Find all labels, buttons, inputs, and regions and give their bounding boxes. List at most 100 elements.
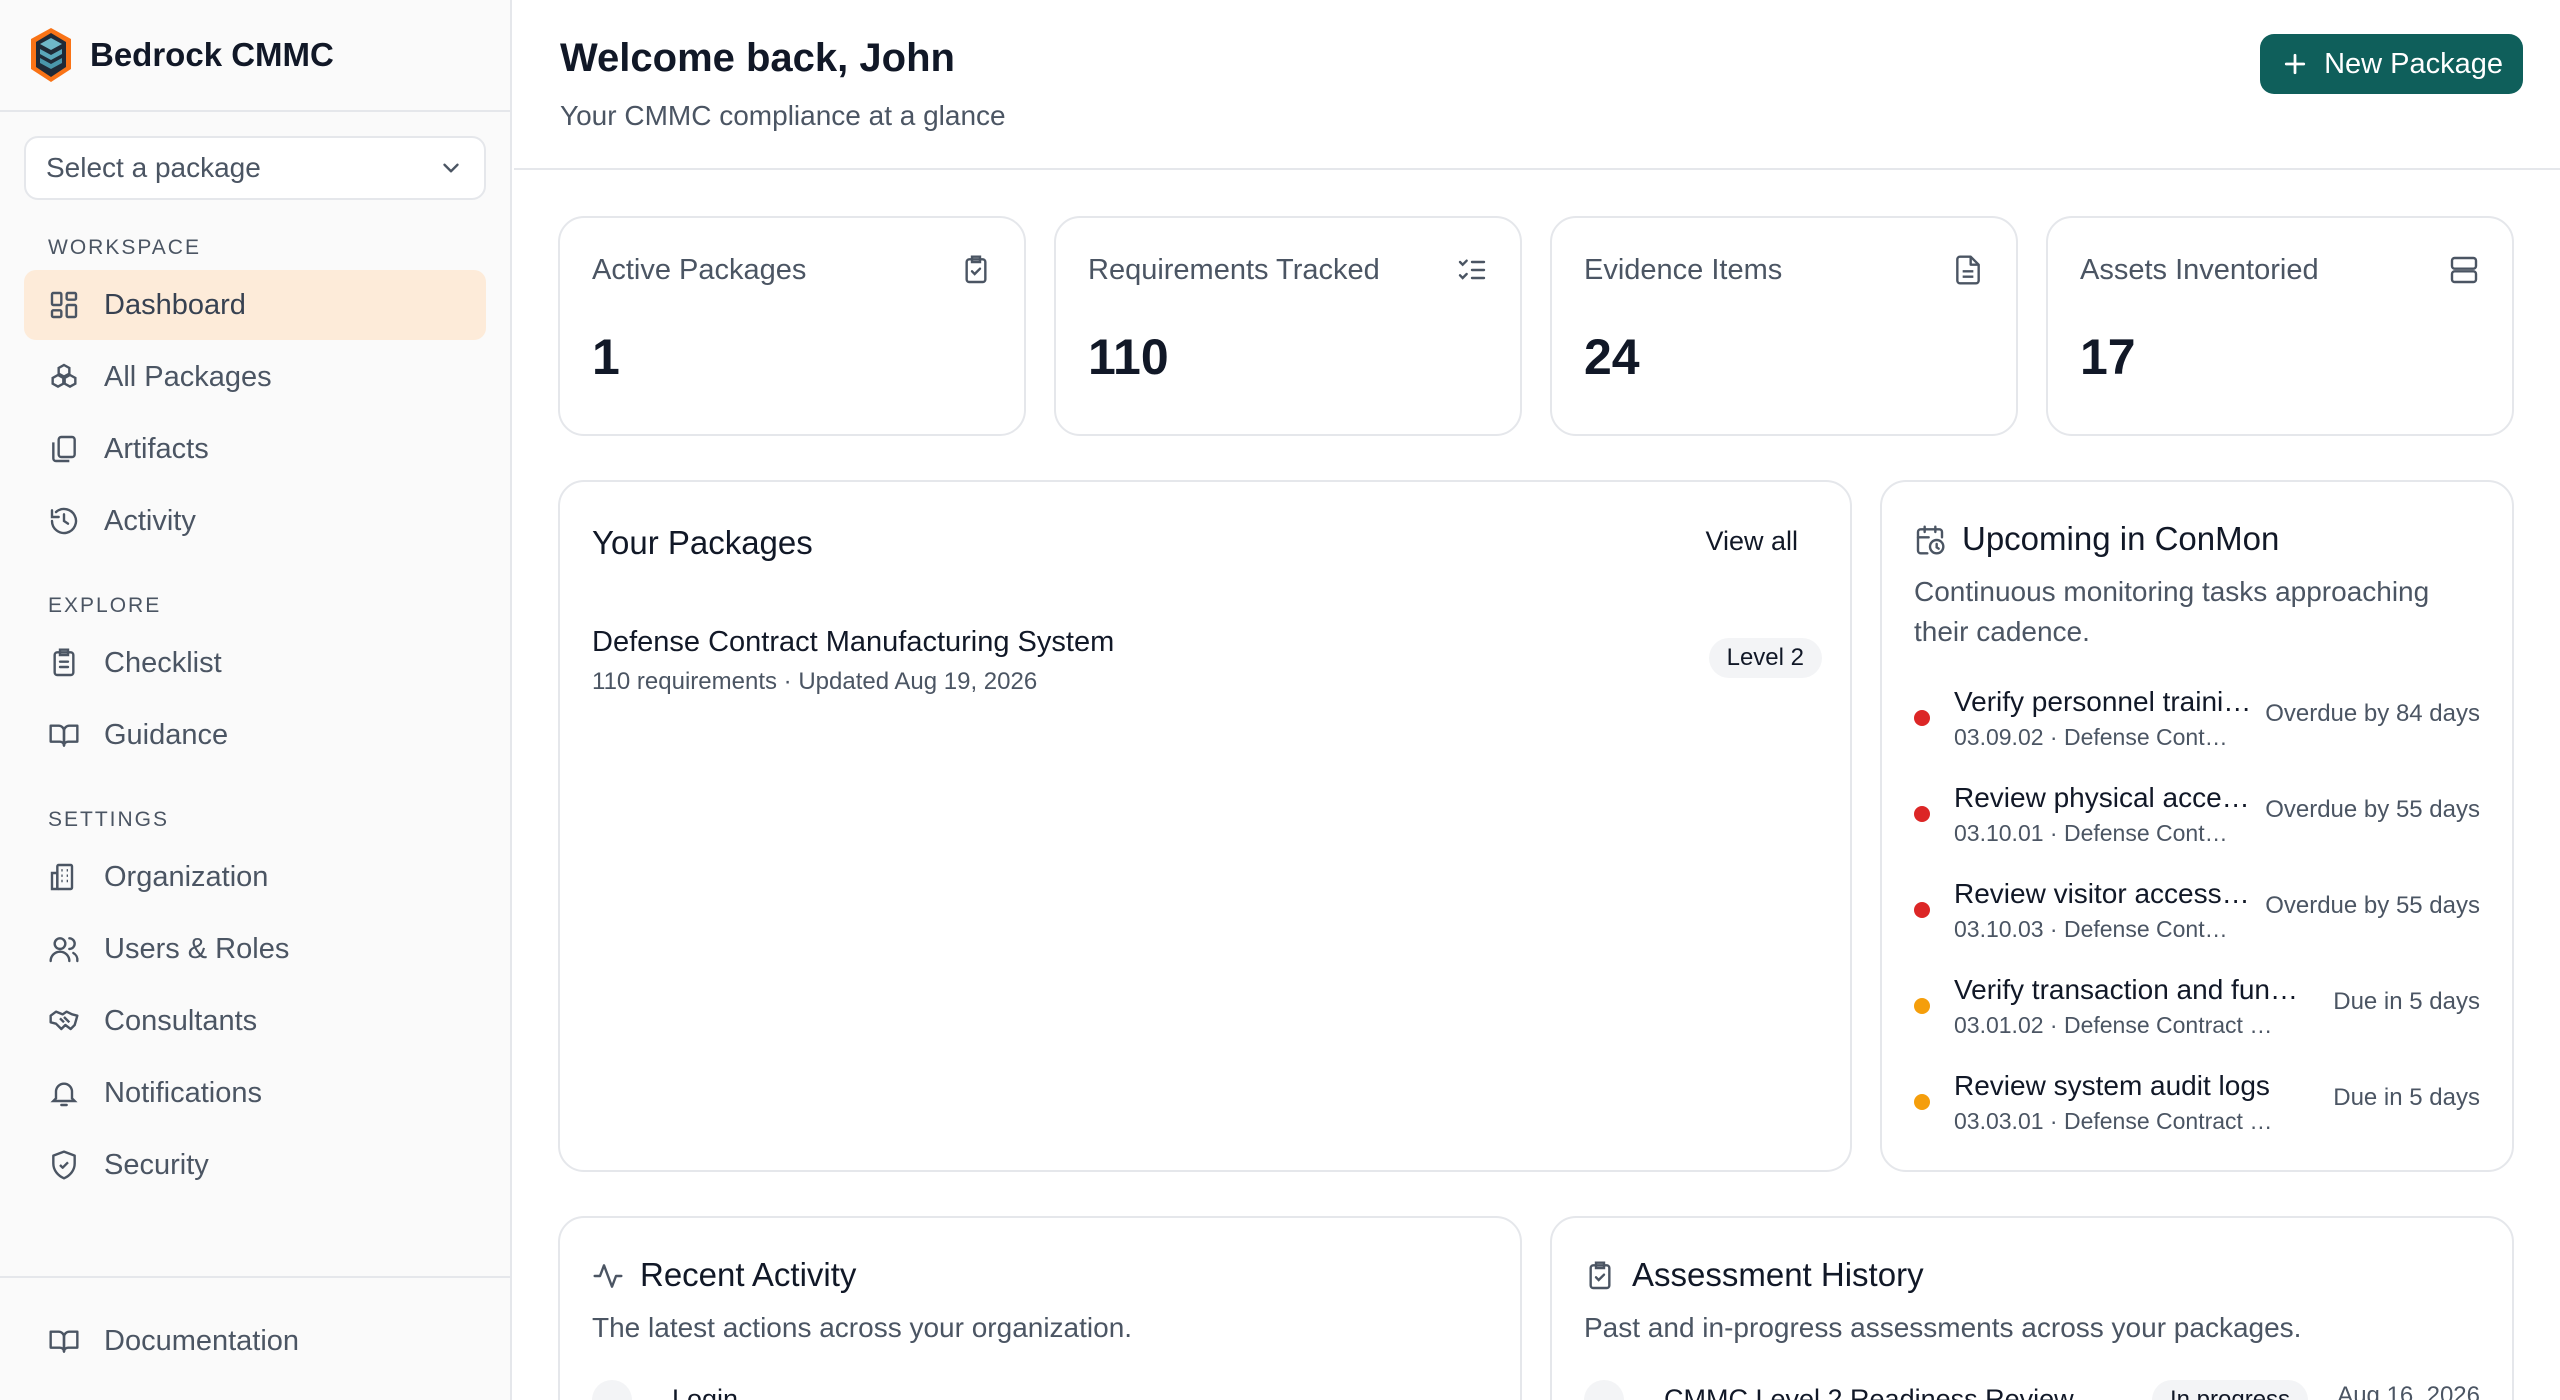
stat-label: Evidence Items xyxy=(1584,254,1783,286)
sidebar: Bedrock CMMC Select a package WORKSPACE … xyxy=(0,0,512,1400)
sidebar-item-activity[interactable]: Activity xyxy=(24,486,486,556)
stat-card-assets-inventoried: Assets Inventoried 17 xyxy=(2046,216,2514,436)
stat-value: 17 xyxy=(2080,329,2136,385)
assessment-history-title: Assessment History xyxy=(1632,1256,1924,1293)
checklist-icon xyxy=(53,648,75,677)
status-dot xyxy=(1914,1094,1930,1110)
stat-label: Active Packages xyxy=(592,254,807,286)
sidebar-item-label: Organization xyxy=(104,860,269,893)
conmon-item-meta: 03.09.02 · Defense Contract Manufacturin… xyxy=(1954,724,2234,750)
package-name: Defense Contract Manufacturing System xyxy=(592,626,1115,658)
sidebar-footer: Documentation xyxy=(0,1276,512,1400)
conmon-item-due: Due in 5 days xyxy=(2333,1084,2480,1111)
assessment-status-badge: In progress xyxy=(2152,1380,2309,1400)
sidebar-item-security[interactable]: Security xyxy=(24,1130,486,1200)
sidebar-item-all-packages[interactable]: All Packages xyxy=(24,342,486,412)
package-meta: 110 requirements · Updated Aug 19, 2026 xyxy=(592,668,1038,695)
sidebar-item-organization[interactable]: Organization xyxy=(24,842,486,912)
building-icon xyxy=(50,863,74,891)
package-row[interactable]: Defense Contract Manufacturing System 11… xyxy=(592,626,1822,706)
shield-icon xyxy=(52,1150,76,1180)
sidebar-item-label: Activity xyxy=(104,504,196,537)
packages-title: Your Packages xyxy=(592,524,813,561)
assessment-item-title[interactable]: CMMC Level 2 Readiness Review xyxy=(1664,1384,2074,1400)
packages-card: Your Packages View all Defense Contract … xyxy=(558,480,1852,1172)
conmon-item-title: Verify transaction and function limits xyxy=(1954,974,2300,1005)
sidebar-item-dashboard[interactable]: Dashboard xyxy=(24,270,486,340)
package-level-badge: Level 2 xyxy=(1708,638,1822,678)
brand[interactable]: Bedrock CMMC xyxy=(0,0,510,112)
conmon-item-meta: 03.01.02 · Defense Contract Manufacturin… xyxy=(1954,1012,2284,1038)
new-package-label: New Package xyxy=(2324,47,2503,80)
conmon-item[interactable]: Review physical access logs 03.10.01 · D… xyxy=(1914,782,2480,862)
stat-card-evidence-items: Evidence Items 24 xyxy=(1550,216,2018,436)
artifacts-icon xyxy=(52,435,76,463)
new-package-button[interactable]: New Package xyxy=(2260,34,2523,94)
stat-label: Assets Inventoried xyxy=(2080,254,2319,286)
app-name: Bedrock CMMC xyxy=(90,36,334,73)
sidebar-item-label: Checklist xyxy=(104,646,222,679)
conmon-item-title: Review system audit logs xyxy=(1954,1070,2270,1101)
sidebar-item-label: Consultants xyxy=(104,1004,258,1037)
sidebar-item-consultants[interactable]: Consultants xyxy=(24,986,486,1056)
view-all-link[interactable]: View all xyxy=(1705,526,1798,557)
assessment-history-subtitle: Past and in-progress assessments across … xyxy=(1584,1312,2302,1343)
conmon-item-meta: 03.10.03 · Defense Contract Manufacturin… xyxy=(1954,916,2234,942)
package-select[interactable]: Select a package xyxy=(24,136,486,200)
sidebar-item-users-roles[interactable]: Users & Roles xyxy=(24,914,486,984)
page-header: Welcome back, John Your CMMC compliance … xyxy=(514,0,2560,170)
page-title: Welcome back, John xyxy=(560,36,955,80)
recent-activity-subtitle: The latest actions across your organizat… xyxy=(592,1312,1133,1343)
activity-item-title[interactable]: Login xyxy=(672,1384,738,1400)
conmon-title: Upcoming in ConMon xyxy=(1962,520,2280,557)
sidebar-item-checklist[interactable]: Checklist xyxy=(24,628,486,698)
sidebar-item-label: Dashboard xyxy=(104,288,246,321)
sidebar-item-guidance[interactable]: Guidance xyxy=(24,700,486,770)
status-dot xyxy=(1914,902,1930,918)
handshake-icon xyxy=(49,1010,79,1031)
calendar-clock-icon xyxy=(1916,525,1945,555)
recent-activity-card: Recent Activity The latest actions acros… xyxy=(558,1216,1522,1400)
stat-value: 110 xyxy=(1088,329,1169,385)
conmon-item-due: Overdue by 84 days xyxy=(2265,700,2480,727)
recent-activity-title: Recent Activity xyxy=(640,1256,857,1293)
stat-label: Requirements Tracked xyxy=(1088,254,1380,286)
conmon-item[interactable]: Verify transaction and function limits 0… xyxy=(1914,974,2480,1054)
conmon-item[interactable]: Review system audit logs 03.03.01 · Defe… xyxy=(1914,1070,2480,1150)
list-checks-icon xyxy=(1458,259,1486,280)
server-icon xyxy=(2450,256,2478,284)
section-settings: SETTINGS xyxy=(48,808,170,831)
conmon-card: Upcoming in ConMon Continuous monitoring… xyxy=(1880,480,2514,1172)
sidebar-item-notifications[interactable]: Notifications xyxy=(24,1058,486,1128)
history-icon xyxy=(50,507,78,535)
activity-avatar xyxy=(592,1380,632,1400)
stat-card-requirements-tracked: Requirements Tracked 110 xyxy=(1054,216,1522,436)
conmon-item[interactable]: Verify personnel training records 03.09.… xyxy=(1914,686,2480,766)
plus-icon xyxy=(2284,53,2306,75)
sidebar-item-label: Documentation xyxy=(104,1324,300,1357)
bell-icon xyxy=(50,1082,78,1107)
package-select-placeholder: Select a package xyxy=(46,152,261,183)
status-dot xyxy=(1914,806,1930,822)
book-icon xyxy=(49,724,79,747)
sidebar-item-artifacts[interactable]: Artifacts xyxy=(24,414,486,484)
sidebar-item-label: Users & Roles xyxy=(104,932,290,965)
conmon-item-meta: 03.03.01 · Defense Contract Manufacturin… xyxy=(1954,1108,2284,1134)
conmon-item[interactable]: Review visitor access records 03.10.03 ·… xyxy=(1914,878,2480,958)
conmon-subtitle: Continuous monitoring tasks approaching … xyxy=(1914,576,2430,647)
status-dot xyxy=(1914,710,1930,726)
conmon-item-title: Review physical access logs xyxy=(1954,782,2254,813)
assessment-item-date: Aug 16, 2026 xyxy=(2337,1382,2480,1400)
file-text-icon xyxy=(1956,255,1980,285)
bedrock-logo-icon xyxy=(31,28,71,82)
conmon-item-title: Verify personnel training records xyxy=(1954,686,2254,717)
sidebar-item-label: Guidance xyxy=(104,718,229,751)
book-icon xyxy=(49,1330,79,1353)
page-subtitle: Your CMMC compliance at a glance xyxy=(560,100,1006,131)
sidebar-item-documentation[interactable]: Documentation xyxy=(24,1306,486,1376)
conmon-item-due: Overdue by 55 days xyxy=(2265,892,2480,919)
clipboard-check-icon xyxy=(965,255,987,284)
clipboard-check-icon xyxy=(1589,1261,1611,1290)
sidebar-item-label: Security xyxy=(104,1148,209,1181)
conmon-item-title: Review visitor access records xyxy=(1954,878,2254,909)
